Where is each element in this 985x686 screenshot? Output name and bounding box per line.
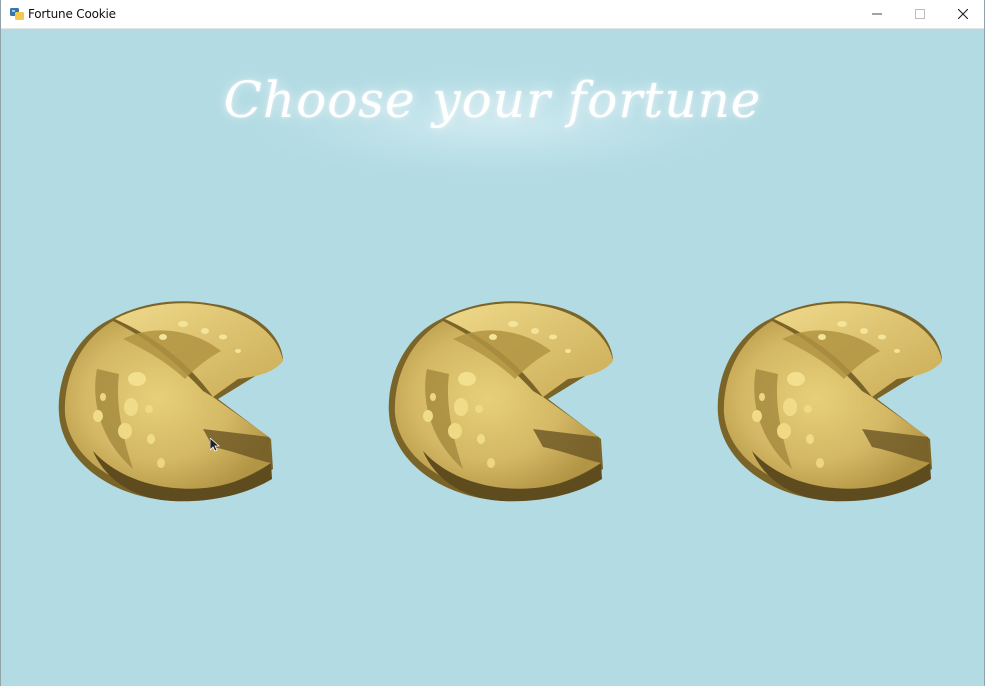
title-bar[interactable]: Fortune Cookie xyxy=(1,0,984,29)
fortune-cookie-button-2[interactable] xyxy=(383,279,615,505)
minimize-icon xyxy=(871,13,882,15)
fortune-cookie-icon xyxy=(388,301,613,502)
minimize-button[interactable] xyxy=(855,0,898,28)
fortune-cookie-icon xyxy=(717,301,942,502)
mouse-cursor-icon xyxy=(210,438,220,452)
close-button[interactable] xyxy=(941,0,984,28)
window-controls xyxy=(855,0,984,28)
window-title: Fortune Cookie xyxy=(28,7,116,21)
maximize-icon xyxy=(914,9,925,19)
python-app-icon xyxy=(9,6,25,22)
main-content: Choose your fortune xyxy=(1,29,984,686)
fortune-cookie-button-1[interactable] xyxy=(53,279,285,505)
close-icon xyxy=(957,9,968,19)
fortune-cookie-icon xyxy=(58,301,283,502)
app-window: Fortune Cookie Choose your fortune xyxy=(0,0,985,686)
maximize-button[interactable] xyxy=(898,0,941,28)
page-title: Choose your fortune xyxy=(223,71,762,129)
fortune-cookie-button-3[interactable] xyxy=(712,279,944,505)
